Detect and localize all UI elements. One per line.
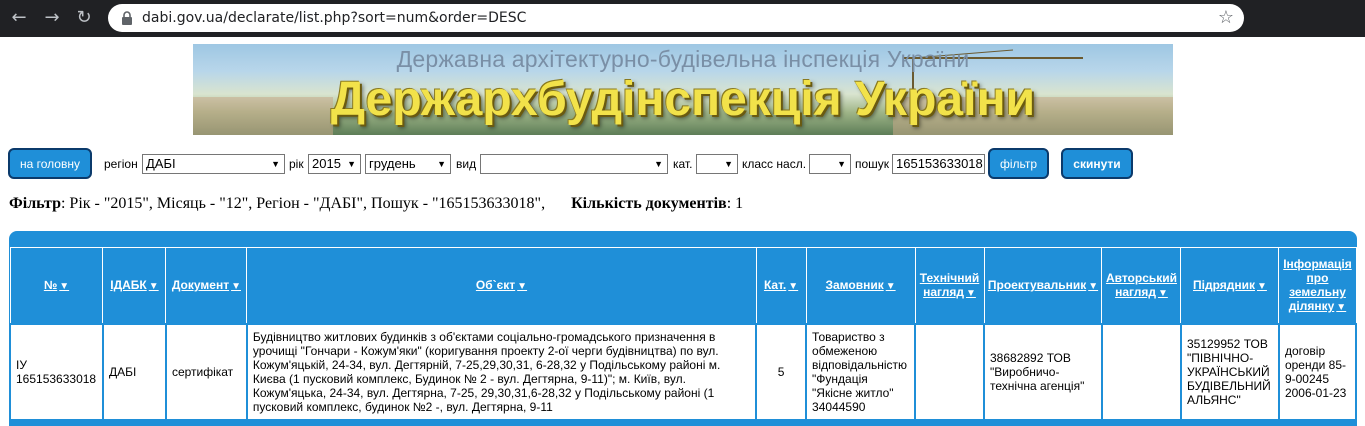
year-label: рік <box>289 157 304 171</box>
chevron-down-icon: ▼ <box>837 159 846 169</box>
chevron-down-icon: ▼ <box>724 159 733 169</box>
column-header-land-line2: про <box>1306 271 1329 286</box>
region-select[interactable]: ДАБІ ▼ <box>142 154 285 174</box>
column-header-category[interactable]: Кат. ▼ <box>755 247 807 324</box>
chevron-down-icon: ▼ <box>437 159 446 169</box>
sort-desc-icon[interactable]: ▼ <box>788 281 798 292</box>
column-header-customer[interactable]: Замовник ▼ <box>805 247 916 324</box>
bookmark-star-icon[interactable]: ☆ <box>1218 7 1234 28</box>
sort-desc-icon[interactable]: ▼ <box>59 281 69 292</box>
column-header-designer[interactable]: Проектувальник ▼ <box>983 247 1103 324</box>
lock-icon <box>122 11 132 25</box>
column-header-contractor[interactable]: Підрядник ▼ <box>1180 247 1280 324</box>
column-header-idabk[interactable]: ІДАБК ▼ <box>102 247 167 324</box>
cell-technical-supervision <box>914 322 985 421</box>
sort-desc-icon[interactable]: ▼ <box>517 281 527 292</box>
class-label: класс насл. <box>742 157 807 171</box>
category-label: кат. <box>673 157 693 171</box>
column-header-object-label: Об`єкт <box>475 278 516 293</box>
banner-title: Держархбудінспекція України <box>330 73 1036 126</box>
cell-land-info: договір оренди 85-9-00245 2006-01-23 <box>1277 322 1358 421</box>
sort-desc-icon[interactable]: ▼ <box>966 288 976 299</box>
cell-designer: 38682892 ТОВ "Виробничо-технічна агенція… <box>983 322 1103 421</box>
chevron-down-icon: ▼ <box>347 159 356 169</box>
table-bottom-bar <box>9 419 1357 426</box>
search-label: пошук <box>855 157 890 171</box>
cell-author-supervision <box>1100 322 1182 421</box>
column-header-number-label: № <box>43 278 58 293</box>
chevron-down-icon: ▼ <box>271 159 280 169</box>
column-header-document-label: Документ <box>171 278 230 293</box>
filter-button[interactable]: фільтр <box>988 148 1049 179</box>
sort-desc-icon[interactable]: ▼ <box>886 281 896 292</box>
column-header-author-line1: Авторський <box>1105 271 1178 286</box>
sort-desc-icon[interactable]: ▼ <box>1257 281 1267 292</box>
column-header-designer-label: Проектувальник <box>987 278 1087 293</box>
column-header-customer-label: Замовник <box>825 278 884 293</box>
class-select[interactable]: ▼ <box>809 154 851 174</box>
document-count-label: Кількість документів <box>571 195 727 212</box>
column-header-document[interactable]: Документ ▼ <box>165 247 248 324</box>
column-header-technical-supervision[interactable]: Технічний нагляд ▼ <box>914 247 985 324</box>
region-label: регіон <box>104 157 138 171</box>
reset-button[interactable]: скинути <box>1061 148 1133 179</box>
sort-desc-icon[interactable]: ▼ <box>1088 281 1098 292</box>
column-header-idabk-label: ІДАБК <box>110 278 147 293</box>
column-header-number[interactable]: № ▼ <box>9 247 104 324</box>
banner-subtitle: Державна архітектурно-будівельна інспекц… <box>396 46 970 72</box>
cell-contractor: 35129952 ТОВ "ПІВНІЧНО-УКРАЇНСЬКИЙ БУДІВ… <box>1179 322 1280 421</box>
browser-toolbar: ← → ↻ dabi.gov.ua/declarate/list.php?sor… <box>0 0 1365 37</box>
cell-category: 5 <box>755 322 808 421</box>
category-select[interactable]: ▼ <box>696 154 738 174</box>
reload-icon[interactable]: ↻ <box>74 8 94 28</box>
year-select[interactable]: 2015 ▼ <box>308 154 361 174</box>
column-header-land-line4: ділянку <box>1288 299 1335 314</box>
filter-summary: Фільтр: Рік - "2015", Місяць - "12", Рег… <box>9 195 743 213</box>
column-header-technical-line2: нагляд <box>923 285 964 300</box>
back-arrow-icon[interactable]: ← <box>9 8 29 28</box>
document-count-value: : 1 <box>726 195 744 212</box>
address-bar[interactable]: dabi.gov.ua/declarate/list.php?sort=num&… <box>108 4 1244 32</box>
search-input[interactable]: 165153633018 <box>892 154 985 174</box>
site-banner: Державна архітектурно-будівельна інспекц… <box>193 44 1173 135</box>
sort-desc-icon[interactable]: ▼ <box>1336 302 1346 313</box>
type-select[interactable]: ▼ <box>480 154 668 174</box>
month-select[interactable]: грудень ▼ <box>365 154 451 174</box>
sort-desc-icon[interactable]: ▼ <box>231 281 241 292</box>
month-select-value: грудень <box>369 156 416 171</box>
sort-desc-icon[interactable]: ▼ <box>149 281 159 292</box>
cell-document: сертифікат <box>164 322 248 421</box>
column-header-author-line2: нагляд <box>1115 285 1156 300</box>
cell-object: Будівництво житлових будинків з об'єктам… <box>245 322 758 421</box>
year-select-value: 2015 <box>312 156 341 171</box>
cell-number: ІУ 165153633018 <box>9 322 104 421</box>
filter-summary-label: Фільтр <box>9 195 61 212</box>
type-label: вид <box>456 157 477 171</box>
url-text: dabi.gov.ua/declarate/list.php?sort=num&… <box>142 10 527 26</box>
cell-customer: Товариство з обмеженою відповідальністю … <box>805 322 917 421</box>
column-header-land-line3: земельну <box>1289 285 1346 300</box>
column-header-object[interactable]: Об`єкт ▼ <box>246 247 757 324</box>
home-button[interactable]: на головну <box>8 148 92 179</box>
column-header-category-label: Кат. <box>763 278 787 293</box>
table-row: ІУ 165153633018 ДАБІ сертифікат Будівниц… <box>9 322 1358 421</box>
forward-arrow-icon[interactable]: → <box>42 8 62 28</box>
sort-desc-icon[interactable]: ▼ <box>1158 288 1168 299</box>
table-header-row: № ▼ ІДАБК ▼ Документ ▼ Об`єкт ▼ Кат. ▼ Замовн… <box>9 247 1357 324</box>
filter-summary-text: : Рік - "2015", Місяць - "12", Регіон - … <box>60 195 546 212</box>
column-header-technical-line1: Технічний <box>919 271 980 286</box>
column-header-land-line1: Інформація <box>1283 257 1352 272</box>
column-header-author-supervision[interactable]: Авторський нагляд ▼ <box>1101 247 1182 324</box>
column-header-land-info[interactable]: Інформація про земельну ділянку ▼ <box>1278 247 1357 324</box>
chevron-down-icon: ▼ <box>654 159 663 169</box>
documents-table: № ▼ ІДАБК ▼ Документ ▼ Об`єкт ▼ Кат. ▼ Замовн… <box>9 247 1358 421</box>
column-header-contractor-label: Підрядник <box>1193 278 1255 293</box>
cell-idabk: ДАБІ <box>101 322 167 421</box>
region-select-value: ДАБІ <box>146 156 176 171</box>
